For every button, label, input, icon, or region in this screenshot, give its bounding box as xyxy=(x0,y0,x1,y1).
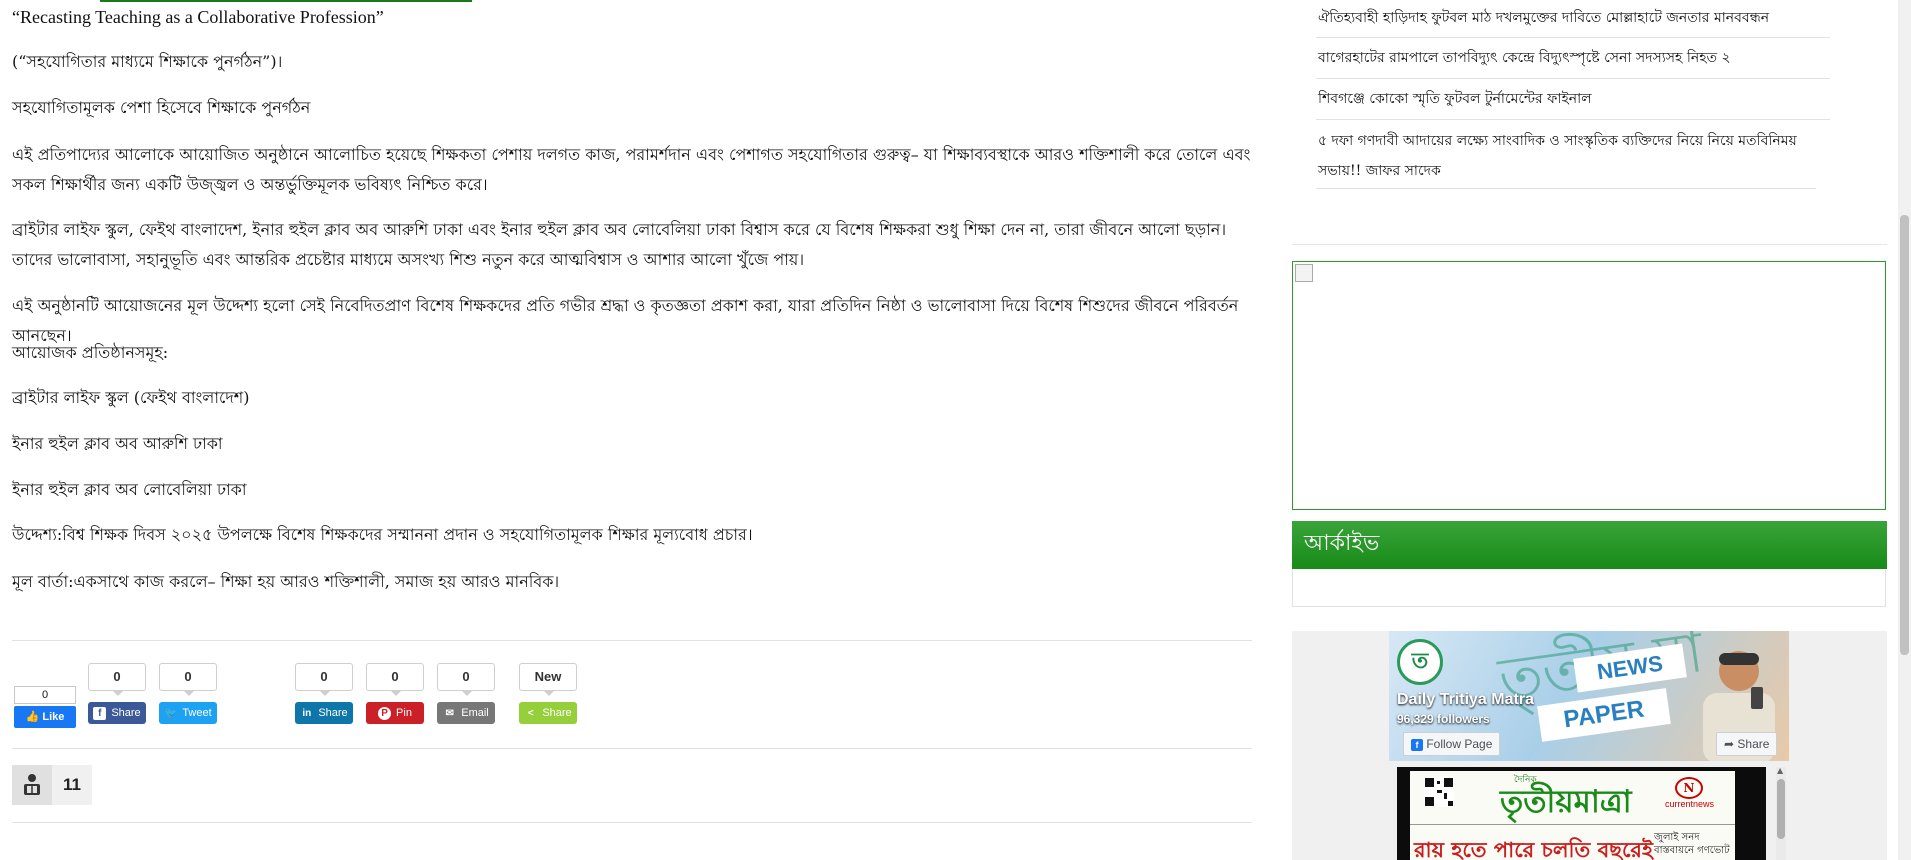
currentnews-logo-icon: N xyxy=(1675,777,1703,799)
page-logo-icon: ত xyxy=(1397,639,1443,685)
thumbs-up-icon: 👍 xyxy=(25,711,40,723)
share-count: 0 xyxy=(159,663,217,696)
broken-image-icon xyxy=(1295,264,1313,282)
news-item[interactable]: ঐতিহ্যবাহী হাড়িদাহ ফুটবল মাঠ দখলমুক্তের… xyxy=(1316,0,1830,38)
share-icon: < xyxy=(527,707,534,719)
share-label: Email xyxy=(461,707,489,719)
latest-news-list: ঐতিহ্যবাহী হাড়িদাহ ফুটবল মাঠ দখলমুক্তের… xyxy=(1316,0,1830,189)
share-count: 0 xyxy=(437,663,495,696)
sidebar-divider xyxy=(1292,244,1887,245)
qr-code-icon xyxy=(1424,777,1454,807)
facebook-page-plugin[interactable]: তৃতীয় মা NEWS PAPER ত Daily Tritiya Mat… xyxy=(1389,631,1789,761)
reader-icon xyxy=(12,765,52,805)
linkedin-share: 0 in Share xyxy=(295,663,353,724)
newspaper-scroll-thumb[interactable] xyxy=(1777,779,1785,839)
email-button[interactable]: ✉ Email xyxy=(437,702,495,724)
generic-share: New < Share xyxy=(519,663,577,724)
follow-label: Follow Page xyxy=(1426,737,1493,751)
share-count: New xyxy=(519,663,577,696)
linkedin-share-button[interactable]: in Share xyxy=(295,702,353,724)
currentnews-logo-text: currentnews xyxy=(1665,799,1715,809)
article-english-title: “Recasting Teaching as a Collaborative P… xyxy=(12,7,384,27)
follow-page-button[interactable]: f Follow Page xyxy=(1403,732,1501,756)
facebook-share: 0 f Share xyxy=(88,663,146,724)
article-paragraph: ব্রাইটার লাইফ স্কুল, ফেইথ বাংলাদেশ, ইনার… xyxy=(12,220,1227,269)
key-message-line: মূল বার্তা:একসাথে কাজ করলে– শিক্ষা হয় আ… xyxy=(12,572,560,591)
divider xyxy=(12,822,1252,823)
twitter-icon: 🐦 xyxy=(164,707,178,719)
email-icon: ✉ xyxy=(445,707,454,719)
reader-count: 11 xyxy=(63,775,81,794)
facebook-icon: f xyxy=(93,706,107,720)
fb-page-name[interactable]: Daily Tritiya Matra xyxy=(1397,691,1534,709)
pinterest-share: 0 P Pin xyxy=(366,663,424,724)
archive-widget[interactable] xyxy=(1292,569,1886,607)
reader-counter: 11 xyxy=(12,765,92,805)
email-share: 0 ✉ Email xyxy=(437,663,495,724)
share-button[interactable]: < Share xyxy=(519,702,577,724)
newspaper-subheadline: জুলাই সনদ বাস্তবায়নে গণভোট xyxy=(1654,832,1730,856)
newspaper-rule xyxy=(1410,824,1735,825)
newspaper-headline: রায় হতে পারে চলতি বছরেই xyxy=(1414,837,1653,860)
tweet-button[interactable]: 🐦 Tweet xyxy=(159,702,217,724)
organizer-item: ব্রাইটার লাইফ স্কুল (ফেইথ বাংলাদেশ) xyxy=(12,388,250,407)
news-item[interactable]: বাগেরহাটের রামপালে তাপবিদ্যুৎ কেন্দ্রে ব… xyxy=(1316,38,1830,79)
article-paragraph: এই প্রতিপাদ্যের আলোকে আয়োজিত অনুষ্ঠানে … xyxy=(12,145,1251,194)
linkedin-icon: in xyxy=(302,707,312,719)
organizer-item: ইনার হুইল ক্লাব অব লোবেলিয়া ঢাকা xyxy=(12,480,247,499)
article-paragraph: (“সহযোগিতার মাধ্যমে শিক্ষাকে পুনর্গঠন”)। xyxy=(12,52,283,71)
share-label: Share xyxy=(318,707,348,719)
divider xyxy=(12,640,1252,641)
share-label: Tweet xyxy=(182,707,212,719)
share-label: Share xyxy=(111,707,141,719)
share-label: Share xyxy=(542,707,572,719)
article-paragraph: সহযোগিতামূলক পেশা হিসেবে শিক্ষাকে পুনর্গ… xyxy=(12,98,311,117)
share-arrow-icon: ➦ xyxy=(1724,737,1735,751)
newspaper-masthead: তৃতীয়মাত্রা xyxy=(1500,784,1632,820)
share-count: 0 xyxy=(295,663,353,696)
fb-like-button[interactable]: 👍 Like xyxy=(14,706,76,728)
newspaper-page: দৈনিক তৃতীয়মাত্রা N currentnews রায় হত… xyxy=(1410,771,1735,860)
facebook-icon: f xyxy=(1411,739,1423,751)
organizers-heading: আয়োজক প্রতিষ্ঠানসমূহ: xyxy=(12,343,169,362)
share-label: Pin xyxy=(396,707,412,719)
purpose-line: উদ্দেশ্য:বিশ্ব শিক্ষক দিবস ২০২৫ উপলক্ষে … xyxy=(12,525,753,544)
news-item[interactable]: শিবগঞ্জে কোকো স্মৃতি ফুটবল টুর্নামেন্টের… xyxy=(1316,79,1830,120)
share-bar: 0 👍 Like 0 f Share 0 🐦 Tweet 0 in Share 0 P… xyxy=(12,660,1252,740)
ad-banner[interactable] xyxy=(1292,261,1886,510)
pin-button[interactable]: P Pin xyxy=(366,702,424,724)
fb-like-count: 0 xyxy=(14,686,76,704)
scroll-up-arrow-icon[interactable]: ▲ xyxy=(1777,766,1783,775)
fb-like-widget[interactable]: 0 👍 Like xyxy=(14,686,76,728)
twitter-share: 0 🐦 Tweet xyxy=(159,663,217,724)
page-scroll-thumb[interactable] xyxy=(1900,215,1909,655)
pinterest-icon: P xyxy=(378,706,392,720)
organizer-item: ইনার হুইল ক্লাব অব আরুশি ঢাকা xyxy=(12,434,223,453)
divider xyxy=(12,748,1252,749)
fb-like-label: Like xyxy=(42,711,65,723)
fb-share-label: Share xyxy=(1737,737,1770,751)
fb-share-button[interactable]: ➦ Share xyxy=(1716,732,1778,756)
archive-heading: আর্কাইভ xyxy=(1292,521,1887,569)
news-item[interactable]: ৫ দফা গণদাবী আদায়ের লক্ষ্যে সাংবাদিক ও … xyxy=(1316,120,1816,189)
share-count: 0 xyxy=(366,663,424,696)
fb-followers: 96,329 followers xyxy=(1397,712,1490,726)
facebook-share-button[interactable]: f Share xyxy=(88,702,146,724)
share-count: 0 xyxy=(88,663,146,696)
